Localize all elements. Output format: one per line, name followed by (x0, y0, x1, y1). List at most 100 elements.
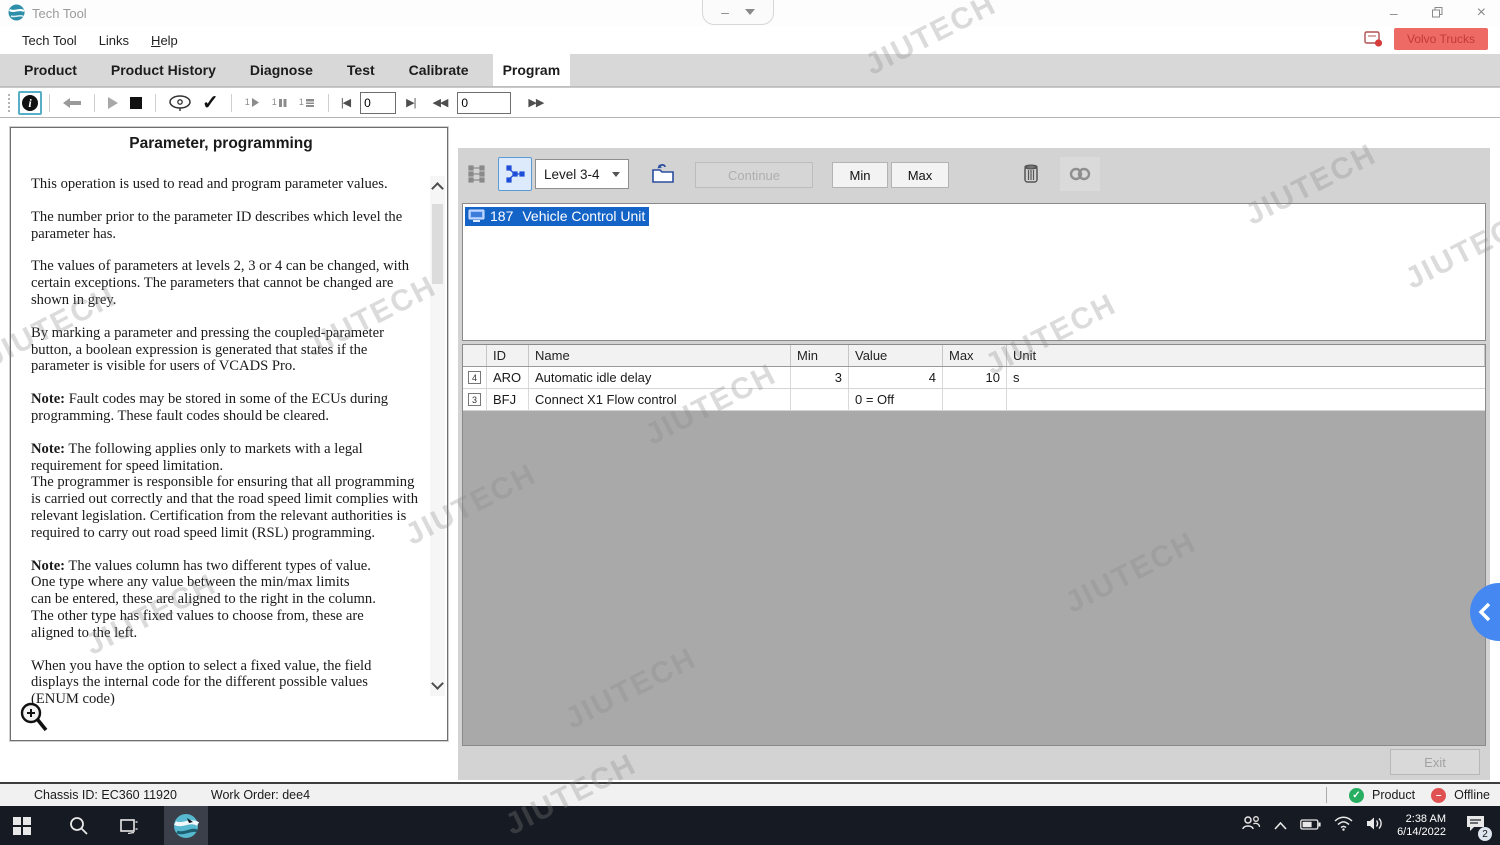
max-button[interactable]: Max (891, 162, 949, 188)
step-stop-icon[interactable]: 1 (299, 97, 315, 108)
work-order-label: Work Order: dee4 (211, 788, 310, 802)
ecu-list: 187 Vehicle Control Unit (462, 203, 1486, 341)
continue-button[interactable]: Continue (695, 162, 813, 188)
page-input-1[interactable] (360, 92, 396, 114)
monitor-view-icon[interactable] (168, 94, 192, 112)
tree-view-all-button[interactable] (460, 157, 494, 191)
level-badge: 4 (468, 371, 481, 384)
rewind-icon[interactable]: ◀◀ (432, 96, 447, 109)
tab-product-history[interactable]: Product History (101, 54, 226, 86)
taskbar-tech-tool-app[interactable] (164, 806, 208, 845)
param-id-cell: ARO (487, 367, 529, 388)
param-name-cell: Automatic idle delay (529, 367, 791, 388)
menu-item-help[interactable]: Help (151, 33, 178, 48)
param-max-cell: 10 (943, 367, 1007, 388)
scrollbar-thumb[interactable] (432, 204, 443, 284)
instruction-paragraph: Note: The following applies only to mark… (31, 441, 425, 542)
ecu-list-item-selected[interactable]: 187 Vehicle Control Unit (465, 207, 649, 226)
instruction-paragraph: By marking a parameter and pressing the … (31, 325, 425, 375)
instruction-scrollbar[interactable] (430, 176, 445, 696)
window-titlebar: Tech Tool – – × (0, 0, 1500, 26)
menu-help-rest: elp (160, 33, 177, 48)
clock-time: 2:38 AM (1397, 813, 1446, 826)
minimize-button[interactable]: – (1390, 6, 1398, 20)
ecu-icon (468, 209, 485, 223)
info-icon: i (22, 95, 38, 111)
product-status-icon: ✓ (1349, 788, 1364, 803)
table-row[interactable]: 4AROAutomatic idle delay3410s (463, 367, 1485, 389)
last-page-icon[interactable]: ▶| (406, 96, 415, 109)
exit-button[interactable]: Exit (1390, 749, 1480, 775)
param-min-cell (791, 389, 849, 410)
page-input-2[interactable] (457, 92, 511, 114)
instruction-text: This operation is used to read and progr… (31, 176, 425, 724)
table-row[interactable]: 3BFJConnect X1 Flow control0 = Off (463, 389, 1485, 411)
task-view-icon[interactable] (106, 806, 150, 845)
scroll-down-icon[interactable] (431, 677, 444, 690)
column-header: Unit (1007, 345, 1485, 366)
confirm-check-icon[interactable]: ✓ (202, 90, 219, 115)
play-icon[interactable] (107, 96, 119, 110)
offline-status-label: Offline (1454, 788, 1490, 802)
first-page-icon[interactable]: |◀ (341, 96, 350, 109)
level-select[interactable]: Level 3-4 (535, 159, 629, 189)
info-button[interactable]: i (18, 91, 42, 115)
tab-calibrate[interactable]: Calibrate (399, 54, 479, 86)
instruction-paragraph: Note: Fault codes may be stored in some … (31, 391, 425, 425)
trash-icon[interactable] (1014, 157, 1048, 191)
window-title: Tech Tool (32, 6, 87, 21)
tab-product[interactable]: Product (14, 54, 87, 86)
back-arrow-icon[interactable] (62, 97, 82, 109)
ecu-number: 187 (490, 208, 513, 224)
param-unit-cell (1007, 389, 1485, 410)
people-icon[interactable] (1241, 815, 1261, 836)
menu-item-links[interactable]: Links (99, 33, 129, 48)
taskbar-clock[interactable]: 2:38 AM 6/14/2022 (1397, 813, 1446, 839)
tray-expand-icon[interactable] (1274, 817, 1287, 835)
chevron-down-icon (612, 172, 620, 177)
instruction-paragraph: The number prior to the parameter ID des… (31, 209, 425, 243)
coupled-parameter-icon[interactable] (1060, 157, 1100, 191)
stop-icon[interactable] (129, 96, 143, 110)
parameter-grid: IDNameMinValueMaxUnit 4 AROAutomatic idle… (462, 344, 1486, 746)
scroll-up-icon[interactable] (431, 182, 444, 195)
offline-status-icon: – (1431, 788, 1446, 803)
column-header: Min (791, 345, 849, 366)
forward-icon[interactable]: ▶▶ (528, 96, 543, 109)
recorder-minimize-icon[interactable]: – (721, 4, 729, 20)
min-button[interactable]: Min (832, 162, 888, 188)
zoom-cursor-icon (18, 700, 50, 739)
param-max-cell (943, 389, 1007, 410)
restore-parameters-button[interactable] (646, 157, 680, 191)
close-button[interactable]: × (1477, 5, 1486, 21)
param-min-cell: 3 (791, 367, 849, 388)
clock-date: 6/14/2022 (1397, 826, 1446, 839)
column-header: Value (849, 345, 943, 366)
param-id-cell: BFJ (487, 389, 529, 410)
battery-icon[interactable] (1300, 817, 1321, 835)
volume-icon[interactable] (1366, 816, 1384, 836)
tab-test[interactable]: Test (337, 54, 385, 86)
operation-toolbar: i ✓ 1 1 1 |◀ ▶| ◀◀ ▶▶ (0, 87, 1500, 118)
menu-item-tech-tool[interactable]: Tech Tool (22, 33, 77, 48)
column-header: ID (487, 345, 529, 366)
recorder-mini-toolbar[interactable]: – (702, 0, 774, 25)
instruction-panel: Parameter, programming This operation is… (10, 127, 448, 741)
notification-icon[interactable]: 2 (1465, 814, 1486, 837)
volvo-trucks-button[interactable]: Volvo Trucks (1394, 28, 1488, 50)
param-value-cell: 4 (849, 367, 943, 388)
operation-title: Parameter, programming (11, 135, 431, 153)
tab-diagnose[interactable]: Diagnose (240, 54, 323, 86)
recorder-expand-icon[interactable] (745, 9, 755, 15)
right-scroll-strip (1490, 148, 1500, 780)
step-pause-icon[interactable]: 1 (272, 97, 287, 108)
wifi-icon[interactable] (1334, 816, 1353, 836)
level-select-value: Level 3-4 (544, 167, 600, 182)
parameter-table-header: IDNameMinValueMaxUnit (463, 345, 1485, 367)
restore-button[interactable] (1432, 6, 1443, 20)
start-button[interactable] (0, 806, 44, 845)
step-play-icon[interactable]: 1 (245, 97, 260, 108)
tab-program[interactable]: Program (493, 54, 571, 86)
search-icon[interactable] (56, 806, 100, 845)
tree-view-selected-button[interactable] (498, 157, 532, 191)
